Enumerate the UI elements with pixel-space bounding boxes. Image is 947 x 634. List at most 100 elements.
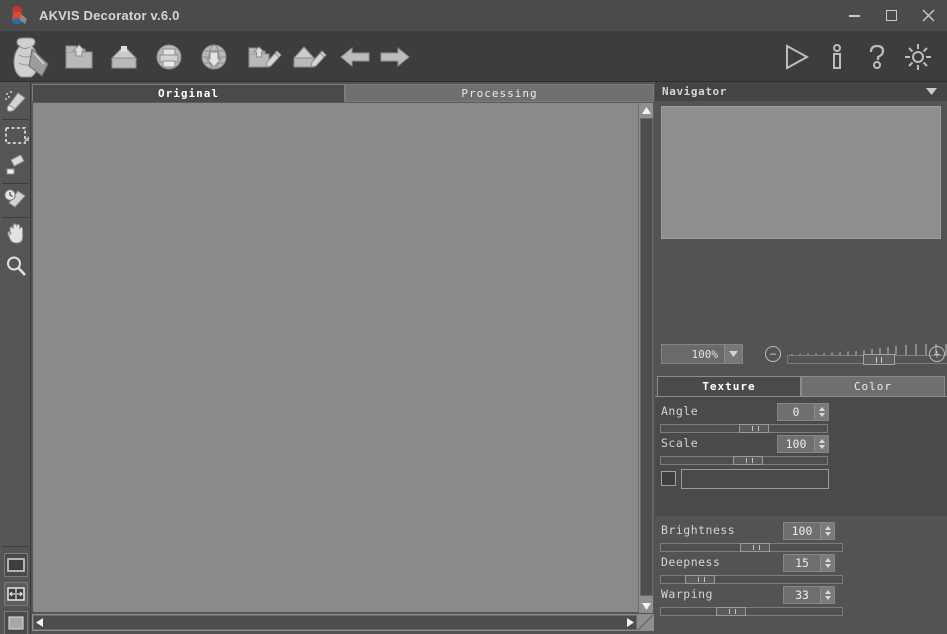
hand-icon[interactable] — [1, 219, 30, 249]
texture-library-field[interactable] — [681, 469, 829, 489]
main-toolbar — [0, 31, 947, 82]
deepness-slider-thumb[interactable] — [685, 575, 715, 584]
brightness-label: Brightness — [661, 523, 736, 537]
zoom-level-value: 100% — [691, 347, 719, 361]
settings-gear-icon[interactable] — [897, 36, 939, 78]
view-split-icon[interactable] — [4, 582, 28, 606]
zoom-controls: 100% − + — [659, 344, 947, 366]
window-controls — [836, 0, 947, 31]
tools-sidebar — [0, 82, 31, 634]
deepness-row: Deepness 15 — [659, 554, 835, 572]
deepness-stepper[interactable]: 15 — [783, 554, 835, 572]
zoom-slider[interactable] — [787, 344, 947, 365]
angle-row: Angle 0 — [659, 403, 829, 421]
scroll-thumb-horizontal[interactable] — [33, 615, 637, 630]
scroll-thumb-vertical[interactable] — [640, 118, 653, 596]
texture-library-checkbox[interactable] — [661, 471, 676, 486]
print-image-icon[interactable] — [148, 36, 190, 78]
view-single-icon[interactable] — [4, 553, 28, 577]
warping-label: Warping — [661, 587, 713, 601]
navigator-title: Navigator — [662, 85, 728, 98]
angle-stepper[interactable]: 0 — [777, 403, 829, 421]
tab-color[interactable]: Color — [801, 376, 945, 396]
vase-logo-icon — [8, 5, 30, 27]
window-resize-grip[interactable] — [637, 614, 654, 631]
undo-arrow-icon[interactable] — [334, 36, 376, 78]
brightness-value: 100 — [791, 524, 813, 538]
redo-arrow-icon[interactable] — [374, 36, 416, 78]
tool-options-chevron-icon[interactable] — [24, 136, 29, 141]
scroll-right-arrow-icon[interactable] — [626, 618, 635, 627]
warping-value: 33 — [795, 588, 809, 602]
angle-label: Angle — [661, 404, 699, 418]
deepness-stepper-arrows[interactable] — [820, 555, 834, 571]
zoom-magnifier-icon[interactable] — [1, 251, 30, 281]
info-icon[interactable] — [816, 36, 858, 78]
chevron-down-icon[interactable] — [926, 85, 937, 98]
scale-slider-thumb[interactable] — [733, 456, 763, 465]
texture-settings-body: Angle 0 Scale 100 — [655, 396, 947, 516]
app-logo-icon — [2, 36, 54, 78]
right-panel: Navigator 100% − + Texture Color Angle 0… — [655, 82, 947, 634]
angle-stepper-arrows[interactable] — [814, 404, 828, 420]
scroll-down-arrow-icon[interactable] — [639, 599, 654, 613]
brightness-stepper-arrows[interactable] — [820, 523, 834, 539]
tab-processing[interactable]: Processing — [345, 84, 654, 102]
scale-stepper[interactable]: 100 — [777, 435, 829, 453]
zoom-slider-thumb[interactable] — [863, 354, 895, 365]
run-play-icon[interactable] — [775, 36, 817, 78]
view-fit-icon[interactable] — [4, 611, 28, 634]
close-button[interactable] — [910, 0, 947, 31]
warping-slider[interactable] — [660, 607, 843, 616]
scale-slider[interactable] — [660, 456, 828, 465]
open-preset-icon[interactable] — [244, 36, 286, 78]
brightness-slider[interactable] — [660, 543, 843, 552]
deepness-value: 15 — [795, 556, 809, 570]
image-canvas-area — [32, 102, 654, 613]
zoom-out-label: − — [769, 347, 777, 361]
warping-slider-thumb[interactable] — [716, 607, 746, 616]
history-brush-icon[interactable] — [1, 185, 30, 215]
deepness-slider[interactable] — [660, 575, 843, 584]
tab-original[interactable]: Original — [32, 84, 345, 102]
navigator-panel-header[interactable]: Navigator — [655, 82, 947, 101]
zoom-level-combobox[interactable]: 100% — [661, 344, 743, 364]
canvas-vertical-scrollbar[interactable] — [638, 103, 653, 613]
angle-slider-thumb[interactable] — [739, 424, 769, 433]
angle-slider[interactable] — [660, 424, 828, 433]
minus-circle-icon[interactable]: − — [765, 346, 781, 362]
navigator-preview[interactable] — [661, 106, 941, 239]
warping-stepper[interactable]: 33 — [783, 586, 835, 604]
scale-value: 100 — [785, 437, 807, 451]
scale-stepper-arrows[interactable] — [814, 436, 828, 452]
texture-brush-icon[interactable] — [1, 87, 30, 117]
scale-label: Scale — [661, 436, 699, 450]
warping-stepper-arrows[interactable] — [820, 587, 834, 603]
minimize-button[interactable] — [836, 0, 873, 31]
zoom-in-label: + — [933, 347, 941, 361]
publish-web-icon[interactable] — [193, 36, 235, 78]
brightness-slider-thumb[interactable] — [740, 543, 770, 552]
image-canvas[interactable] — [34, 104, 638, 612]
canvas-horizontal-scrollbar[interactable] — [32, 614, 654, 631]
settings-tabs: Texture Color — [655, 376, 947, 396]
brightness-stepper[interactable]: 100 — [783, 522, 835, 540]
scroll-left-arrow-icon[interactable] — [35, 618, 44, 627]
help-icon[interactable] — [856, 36, 898, 78]
title-bar: AKVIS Decorator v.6.0 — [0, 0, 947, 31]
scale-row: Scale 100 — [659, 435, 829, 453]
window-title: AKVIS Decorator v.6.0 — [39, 8, 180, 23]
scroll-up-arrow-icon[interactable] — [639, 103, 654, 117]
save-preset-icon[interactable] — [289, 36, 331, 78]
chevron-down-icon[interactable] — [724, 345, 742, 363]
save-image-icon[interactable] — [103, 36, 145, 78]
plus-circle-icon[interactable]: + — [929, 346, 945, 362]
material-parameters: Brightness 100 Deepness 15 Warping 33 — [655, 516, 947, 620]
tab-texture[interactable]: Texture — [657, 376, 801, 396]
warping-row: Warping 33 — [659, 586, 835, 604]
image-view-tabs: Original Processing — [32, 84, 654, 102]
open-image-icon[interactable] — [58, 36, 100, 78]
eraser-icon[interactable] — [1, 151, 30, 181]
deepness-label: Deepness — [661, 555, 721, 569]
maximize-button[interactable] — [873, 0, 910, 31]
